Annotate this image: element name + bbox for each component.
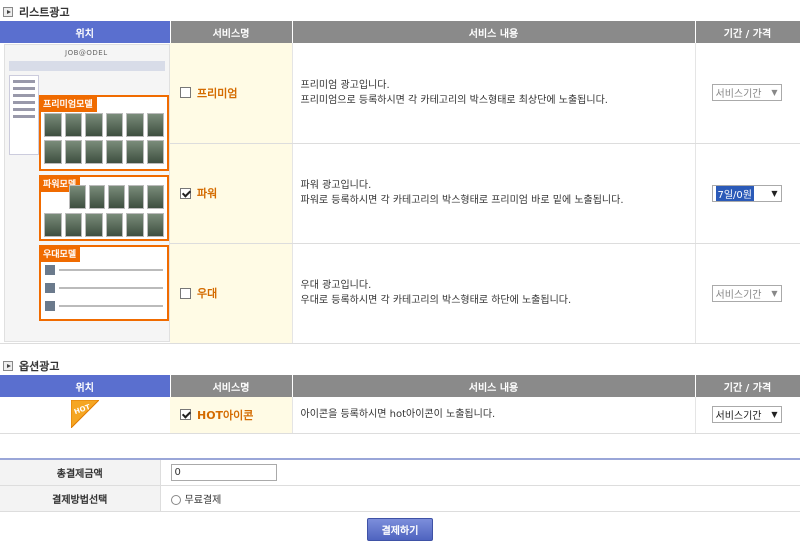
service-desc-hot-icon: 아이콘을 등록하시면 hot아이콘이 노출됩니다.	[292, 397, 696, 434]
preview-photo-grid	[44, 213, 164, 237]
period-select-power[interactable]: 7일/0원 ▼	[711, 184, 782, 202]
service-name-special: 우대	[197, 287, 218, 300]
premium-checkbox[interactable]	[180, 87, 191, 99]
header-service-content: 서비스 내용	[292, 21, 696, 43]
chevron-down-icon: ▼	[771, 88, 778, 98]
bullet-icon	[3, 7, 13, 17]
list-section-title: 리스트광고	[0, 3, 70, 21]
service-name-premium: 프리미엄	[197, 86, 238, 100]
service-name-hot-icon: HOT아이콘	[197, 408, 254, 422]
period-cell: 서비스기간 ▼	[695, 397, 800, 434]
free-payment-radio[interactable]	[170, 494, 181, 505]
preview-power-box: 파워모델	[39, 175, 169, 241]
header-service-name: 서비스명	[170, 21, 293, 43]
chevron-down-icon: ▼	[771, 410, 778, 420]
ad-placement-preview: JOB@ODEL 프리미엄모델 파워모델 우대모델	[4, 44, 170, 342]
payment-table: 총결제금액 결제방법선택 무료결제	[0, 458, 800, 512]
period-select-special[interactable]: 서비스기간 ▼	[711, 284, 782, 302]
preview-special-box: 우대모델	[39, 245, 169, 321]
option-section-title: 옵션광고	[0, 357, 59, 375]
hot-icon-checkbox[interactable]	[180, 409, 191, 421]
header-service-name: 서비스명	[170, 375, 293, 397]
service-name-power: 파워	[197, 187, 218, 200]
chevron-down-icon: ▼	[771, 188, 778, 198]
service-name-cell: 프리미엄	[170, 43, 293, 144]
header-period-price: 기간 / 가격	[695, 375, 800, 397]
power-checkbox[interactable]	[180, 187, 191, 199]
period-cell: 서비스기간 ▼	[695, 43, 800, 144]
service-desc-power: 파워 광고입니다. 파워로 등록하시면 각 카테고리의 박스형태로 프리미엄 바…	[292, 143, 696, 244]
period-select-premium[interactable]: 서비스기간 ▼	[711, 84, 782, 102]
preview-premium-box: 프리미엄모델	[39, 95, 169, 171]
payment-method-cell: 무료결제	[160, 485, 800, 512]
header-location: 위치	[0, 375, 171, 397]
table-row: 결제방법선택 무료결제	[0, 485, 800, 512]
preview-sidebar	[9, 75, 39, 155]
special-checkbox[interactable]	[180, 287, 191, 299]
header-location: 위치	[0, 21, 171, 43]
period-cell: 7일/0원 ▼	[695, 143, 800, 244]
period-cell: 서비스기간 ▼	[695, 243, 800, 344]
free-payment-label: 무료결제	[184, 494, 222, 506]
service-name-cell: 파워	[170, 143, 293, 244]
service-name-cell: 우대	[170, 243, 293, 344]
period-select-hot-icon[interactable]: 서비스기간 ▼	[711, 406, 782, 424]
preview-tag-special: 우대모델	[39, 245, 81, 262]
total-amount-input[interactable]	[170, 463, 277, 481]
total-amount-cell	[160, 459, 800, 486]
service-desc-special: 우대 광고입니다. 우대로 등록하시면 각 카테고리의 박스형태로 하단에 노출…	[292, 243, 696, 344]
service-desc-premium: 프리미엄 광고입니다. 프리미엄으로 등록하시면 각 카테고리의 박스형태로 최…	[292, 43, 696, 144]
chevron-down-icon: ▼	[771, 288, 778, 298]
total-amount-label: 총결제금액	[0, 459, 161, 486]
bullet-icon	[3, 361, 13, 371]
preview-topbar	[9, 61, 165, 71]
preview-photo-grid	[69, 185, 164, 209]
header-period-price: 기간 / 가격	[695, 21, 800, 43]
table-row: 총결제금액	[0, 459, 800, 486]
hot-badge-icon: HOT	[71, 400, 99, 428]
header-service-content: 서비스 내용	[292, 375, 696, 397]
option-ad-table: 위치 서비스명 서비스 내용 기간 / 가격 HOT아이콘 아이콘을 등록하시면…	[0, 375, 800, 434]
service-name-cell: HOT아이콘	[170, 397, 293, 434]
preview-logo: JOB@ODEL	[65, 49, 108, 57]
pay-button[interactable]: 결제하기	[367, 518, 433, 541]
preview-photo-grid	[44, 113, 164, 164]
payment-method-label: 결제방법선택	[0, 485, 161, 512]
preview-tag-premium: 프리미엄모델	[39, 95, 97, 112]
preview-list-rows	[45, 263, 163, 317]
table-row: HOT아이콘 아이콘을 등록하시면 hot아이콘이 노출됩니다. 서비스기간 ▼	[0, 397, 800, 434]
